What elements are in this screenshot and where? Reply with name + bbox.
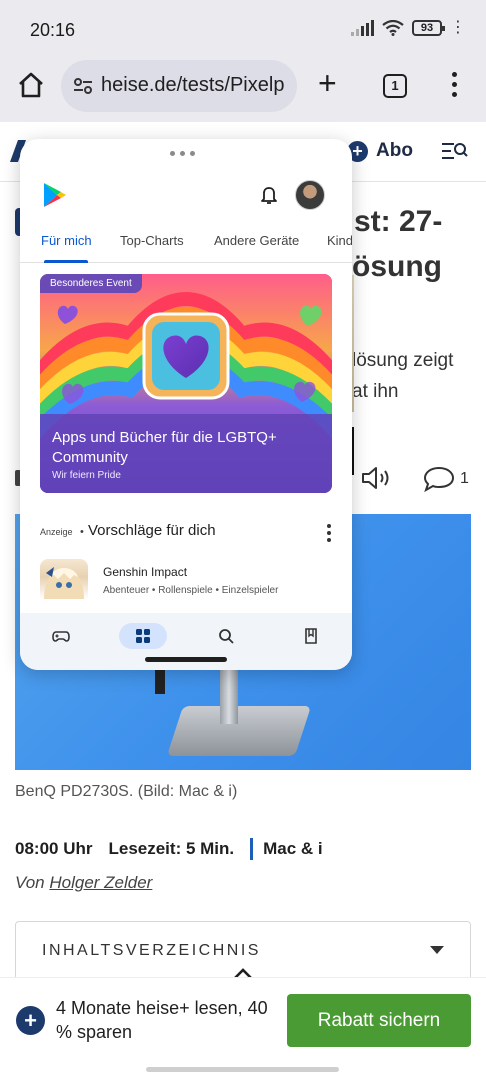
heise-plus-icon: + — [16, 1006, 45, 1035]
battery-indicator: 93 — [412, 20, 445, 36]
genshin-character-icon — [44, 567, 84, 599]
games-icon — [52, 631, 70, 642]
site-settings-icon[interactable] — [73, 76, 93, 96]
address-bar[interactable]: heise.de/tests/Pixelp — [61, 60, 297, 112]
home-icon[interactable] — [16, 70, 46, 100]
toc-label: INHALTSVERZEICHNIS — [42, 942, 261, 959]
abo-button[interactable]: + Abo — [347, 140, 413, 162]
url-text: heise.de/tests/Pixelp — [101, 74, 285, 96]
books-icon — [305, 628, 317, 644]
event-subtitle: Wir feiern Pride — [52, 470, 121, 481]
google-play-logo — [44, 183, 66, 207]
monitor-base — [166, 706, 312, 756]
event-badge: Besonderes Event — [40, 274, 142, 293]
chevron-down-icon — [430, 946, 444, 954]
article-lead-line1: lösung zeigt — [352, 350, 454, 371]
article-title-line2: ösung — [352, 250, 442, 283]
comment-count: 1 — [460, 470, 469, 487]
tab-for-me[interactable]: Für mich — [41, 233, 92, 248]
more-options-icon[interactable] — [326, 524, 332, 542]
notification-bell-icon[interactable] — [260, 185, 278, 205]
image-caption: BenQ PD2730S. (Bild: Mac & i) — [15, 783, 238, 800]
app-list-item[interactable]: Genshin Impact Abenteuer • Rollenspiele … — [40, 559, 332, 599]
nav-search[interactable] — [203, 623, 251, 649]
meta-separator — [250, 838, 254, 860]
browser-toolbar: heise.de/tests/Pixelp + 1 — [0, 56, 486, 122]
system-nav-area — [0, 1061, 486, 1080]
reading-time: Lesezeit: 5 Min. — [108, 839, 235, 858]
app-icon — [40, 559, 88, 599]
apps-icon — [136, 629, 150, 643]
suggestions-header: Anzeige • Vorschläge für dich — [40, 522, 332, 546]
status-icons: 93 ⋮ — [351, 20, 466, 36]
abo-label: Abo — [376, 140, 413, 161]
active-tab-indicator — [44, 260, 88, 263]
status-bar: 20:16 93 ⋮ — [0, 0, 486, 56]
event-title: Apps und Bücher für die LGBTQ+ Community — [52, 429, 277, 466]
avatar[interactable] — [295, 180, 325, 210]
author-link[interactable]: Holger Zelder — [49, 873, 152, 892]
play-tabs: Für mich Top-Charts Andere Geräte Kind — [20, 229, 352, 263]
comment-icon[interactable] — [422, 465, 456, 493]
tab-switcher-button[interactable]: 1 — [383, 74, 407, 98]
window-drag-handle[interactable] — [145, 657, 227, 662]
ad-separator: • — [80, 526, 84, 538]
publish-time: 08:00 Uhr — [15, 839, 93, 858]
status-menu-icon: ⋮ — [450, 19, 466, 36]
tab-kids[interactable]: Kind — [327, 233, 352, 248]
article-meta: 08:00 Uhr Lesezeit: 5 Min. Mac & i — [15, 838, 323, 860]
promo-banner: + 4 Monate heise+ lesen, 40 % sparen Rab… — [0, 977, 486, 1061]
promo-text: 4 Monate heise+ lesen, 40 % sparen — [56, 998, 268, 1042]
new-tab-button[interactable]: + — [318, 67, 337, 99]
article-lead-line2: at ihn — [352, 381, 399, 402]
nav-apps[interactable] — [119, 623, 167, 649]
discount-button[interactable]: Rabatt sichern — [287, 994, 471, 1047]
tab-other-devices[interactable]: Andere Geräte — [214, 233, 299, 248]
suggestions-title: Vorschläge für dich — [88, 522, 216, 539]
clock: 20:16 — [30, 20, 76, 40]
nav-games[interactable] — [37, 623, 85, 649]
app-tags: Abenteuer • Rollenspiele • Einzelspieler — [103, 585, 279, 596]
article-title-line1: st: 27- — [354, 205, 443, 238]
byline: Von Holger Zelder — [15, 873, 152, 893]
nav-books[interactable] — [287, 623, 335, 649]
section-label[interactable]: Mac & i — [263, 839, 323, 859]
browser-menu-icon[interactable] — [446, 72, 462, 100]
search-icon — [219, 629, 234, 644]
signal-icon — [351, 20, 374, 36]
wifi-icon — [382, 20, 404, 36]
play-bottom-nav — [20, 613, 352, 670]
gesture-handle[interactable] — [146, 1067, 339, 1072]
byline-prefix: Von — [15, 873, 45, 892]
window-options-icon[interactable] — [170, 151, 195, 156]
speaker-icon[interactable] — [360, 465, 394, 491]
ad-label: Anzeige — [40, 527, 73, 537]
app-name: Genshin Impact — [103, 565, 188, 579]
play-store-floating-window[interactable]: Für mich Top-Charts Andere Geräte Kind B… — [20, 139, 352, 670]
search-menu-icon[interactable] — [440, 140, 468, 162]
event-card[interactable]: Besonderes Event Apps und Bücher für die… — [40, 274, 332, 493]
tab-top-charts[interactable]: Top-Charts — [120, 233, 184, 248]
